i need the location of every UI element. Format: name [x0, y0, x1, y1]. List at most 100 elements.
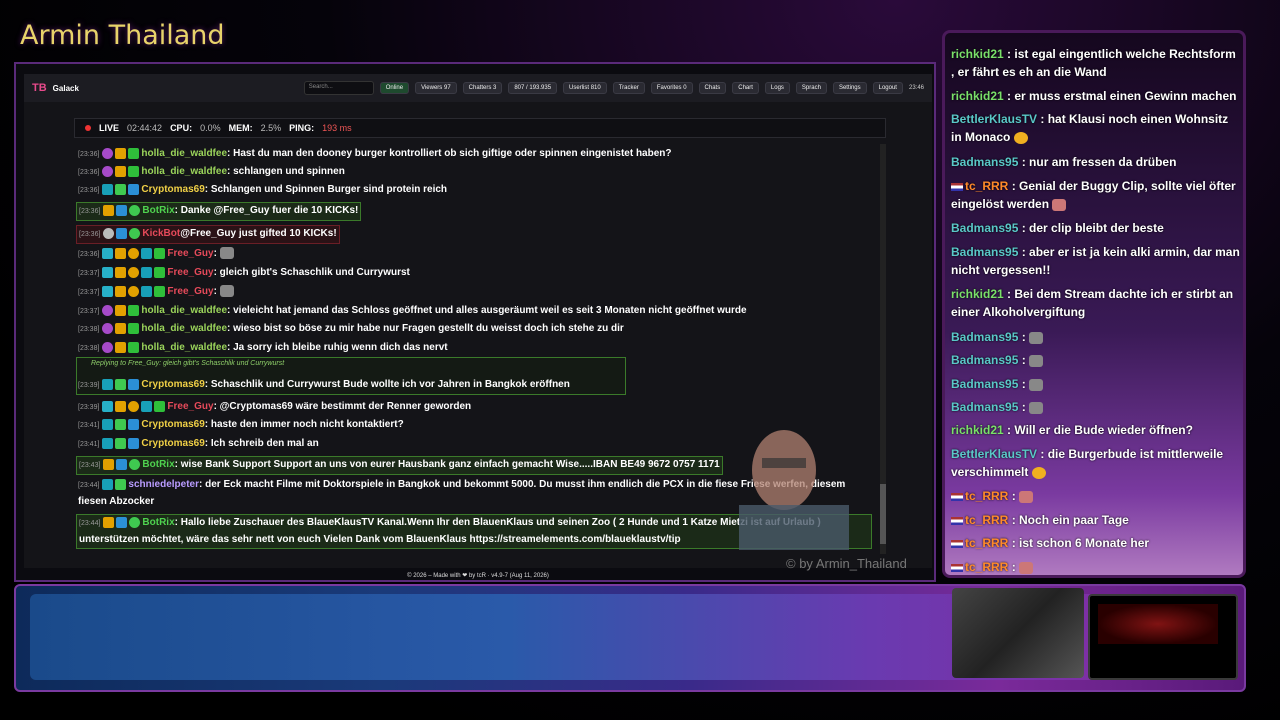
username[interactable]: Cryptomas69 [141, 438, 204, 449]
timestamp: [23:38] [78, 326, 100, 333]
reply-reference[interactable]: Replying to Free_Guy: gleich gibt's Scha… [91, 360, 284, 367]
channel-name: Galack [52, 83, 79, 93]
overlay-chat-message: tc_RRR : [951, 558, 1241, 575]
logs-button[interactable]: Logs [764, 82, 790, 94]
username[interactable]: Cryptomas69 [141, 419, 204, 430]
username[interactable]: BotRix [142, 459, 174, 470]
crown-badge-icon [115, 341, 127, 353]
message-text: Schlangen und Spinnen Burger sind protei… [210, 184, 448, 195]
cpu-value: 0.0% [200, 123, 221, 133]
verified-badge-icon [128, 378, 140, 390]
crown-badge-icon [115, 165, 127, 177]
overlay-chat-message: richkid21 : Will er die Bude wieder öffn… [951, 421, 1241, 439]
stream-chat-overlay: richkid21 : ist egal eingentlich welche … [942, 30, 1246, 578]
timestamp: [23:44] [79, 520, 101, 527]
bot-badge-icon [116, 204, 128, 216]
username[interactable]: Free_Guy [167, 248, 213, 259]
gifter-badge-icon [141, 285, 153, 297]
timestamp: [23:36] [78, 251, 100, 258]
overlay-chat-message: Badmans95 : nur am fressen da drüben [951, 153, 1241, 171]
message-text: gleich gibt's Schaschlik und Currywurst [219, 267, 410, 278]
message-text: @Free_Guy just gifted 10 KICKs! [180, 228, 337, 239]
viewers-button[interactable]: Viewers 97 [415, 82, 457, 94]
gift-badge-icon [128, 322, 140, 334]
crown-badge-icon [115, 247, 127, 259]
username[interactable]: BotRix [142, 205, 174, 216]
gifter-badge-icon [141, 400, 153, 412]
sub-badge-icon [102, 341, 114, 353]
sub-badge-icon [102, 478, 114, 490]
username[interactable]: holla_die_waldfee [141, 342, 227, 353]
message-text: Ja sorry ich bleibe ruhig wenn dich das … [233, 342, 448, 353]
face-emote-icon [1019, 490, 1034, 503]
message-text: vieleicht hat jemand das Schloss geöffne… [233, 305, 747, 316]
sub-badge-icon [102, 418, 114, 430]
username[interactable]: holla_die_waldfee [141, 305, 227, 316]
stream-title: Armin Thailand [20, 20, 225, 51]
chat-scrollbar[interactable] [880, 144, 886, 554]
message-text: : der clip bleibt der beste [1021, 221, 1164, 235]
search-input[interactable]: Search... [303, 81, 374, 95]
logout-button[interactable]: Logout [872, 82, 903, 94]
timestamp: [23:36] [79, 231, 101, 238]
username[interactable]: holla_die_waldfee [141, 323, 227, 334]
sub-badge-icon [103, 204, 115, 216]
verified-badge-icon [129, 458, 141, 470]
username: tc_RRR [965, 513, 1009, 527]
username: tc_RRR [965, 179, 1009, 193]
message-text: : [1011, 489, 1016, 503]
face-emote-icon [1052, 198, 1067, 211]
username[interactable]: holla_die_waldfee [141, 148, 227, 159]
timestamp: [23:41] [78, 422, 100, 429]
tracker-button[interactable]: Tracker [612, 82, 645, 94]
cpu-label: CPU: [170, 123, 193, 133]
chat-message: [23:36] holla_die_waldfee: schlangen und … [78, 165, 345, 177]
username[interactable]: Free_Guy [167, 286, 213, 297]
username[interactable]: Free_Guy [167, 267, 213, 278]
gifter-badge-icon [141, 266, 153, 278]
online-button[interactable]: Online [379, 82, 410, 94]
chat-message: [23:41] Cryptomas69: haste den immer noch… [78, 418, 404, 430]
chat-message: [23:37] Free_Guy: gleich gibt's Schaschli… [78, 266, 410, 278]
chat-message: [23:36] BotRix: Danke @Free_Guy fuer die … [76, 202, 362, 221]
username: richkid21 [951, 89, 1004, 103]
scroll-thumb[interactable] [880, 484, 886, 544]
overlay-chat-message: BettlerKlausTV : die Burgerbude ist mitt… [951, 445, 1241, 481]
username[interactable]: schniedelpeter [128, 479, 199, 490]
sub-badge-icon [102, 304, 114, 316]
ping-label: PING: [289, 123, 315, 133]
star-badge-icon [115, 437, 127, 449]
live-time: 02:44:42 [127, 123, 163, 133]
sub-badge-icon [102, 400, 114, 412]
sprach-button[interactable]: Sprach [795, 82, 827, 94]
message-text: @Cryptomas69 wäre bestimmt der Renner ge… [219, 401, 472, 412]
username[interactable]: holla_die_waldfee [141, 166, 227, 177]
timestamp: [23:36] [78, 151, 100, 158]
message-text: Hast du man den dooney burger kontrollie… [233, 148, 672, 159]
overlay-chat-message: richkid21 : er muss erstmal einen Gewinn… [951, 87, 1241, 105]
messages-button[interactable]: 807 / 193.935 [508, 82, 558, 94]
username: richkid21 [951, 287, 1004, 301]
gift-badge-icon [128, 304, 140, 316]
sub-badge-icon [102, 147, 114, 159]
chart-button[interactable]: Chart [732, 82, 759, 94]
favorites-button[interactable]: Favorites 0 [650, 82, 693, 94]
timestamp: [23:38] [78, 345, 100, 352]
flag-icon [951, 492, 963, 501]
username: BettlerKlausTV [951, 447, 1038, 461]
verified-badge-icon [129, 204, 141, 216]
username: tc_RRR [965, 536, 1009, 550]
stream-overlay: Armin Thailand TB Galack Search... Onlin… [0, 0, 1280, 720]
emote-icon [219, 285, 234, 298]
settings-button[interactable]: Settings [832, 82, 867, 94]
username[interactable]: BotRix [142, 517, 174, 528]
username[interactable]: KickBot [142, 228, 180, 239]
username[interactable]: Cryptomas69 [141, 379, 204, 390]
username[interactable]: Cryptomas69 [141, 184, 204, 195]
userlist-button[interactable]: Userlist 810 [563, 82, 607, 94]
chats-button[interactable]: Chats [698, 82, 727, 94]
chatters-button[interactable]: Chatters 3 [462, 82, 503, 94]
red-light-glow [1098, 604, 1218, 644]
username[interactable]: Free_Guy [167, 401, 213, 412]
sub-badge-icon [102, 183, 114, 195]
